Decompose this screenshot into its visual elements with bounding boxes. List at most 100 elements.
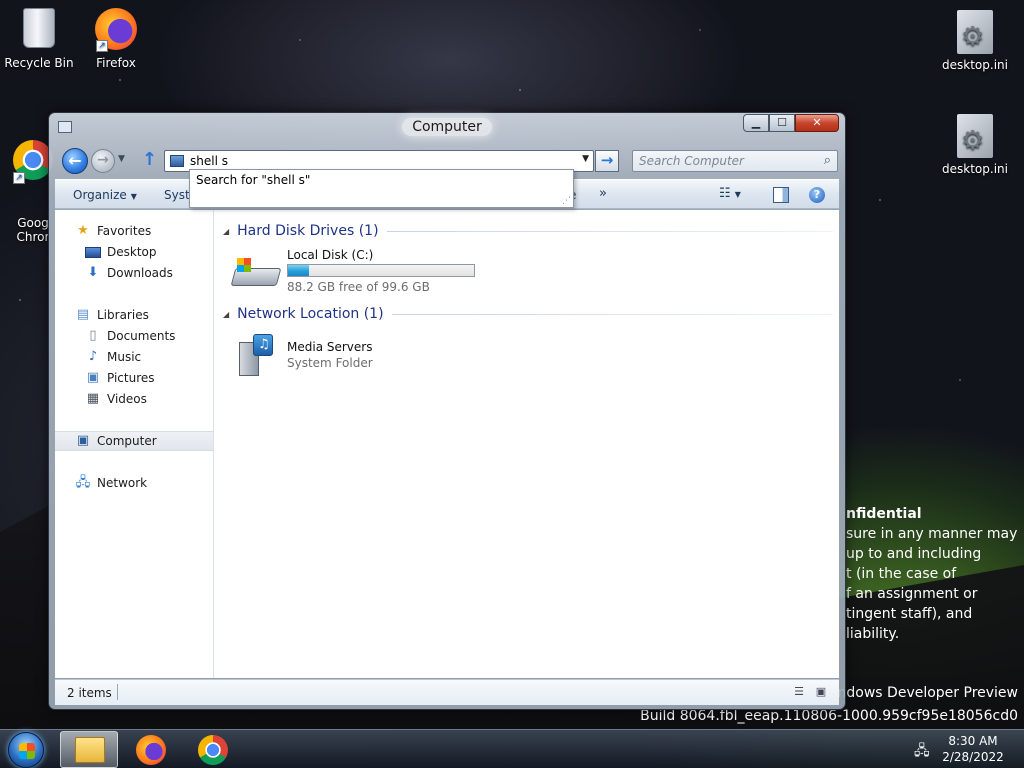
nav-item-pictures[interactable]: ▣ Pictures [85, 368, 155, 388]
group-header-hard-disks[interactable]: ◢ Hard Disk Drives (1) [223, 223, 833, 239]
nav-item-label: Music [107, 350, 142, 364]
nav-item-label: Downloads [107, 266, 173, 280]
drive-name: Local Disk (C:) [287, 248, 374, 262]
settings-file-icon [953, 114, 997, 158]
window-title: Computer [402, 118, 492, 136]
resize-grip-icon[interactable]: ⋰ [562, 196, 571, 206]
change-view-button[interactable]: ☷ ▼ [719, 186, 741, 201]
search-input[interactable] [639, 153, 809, 169]
desktop-icon-firefox[interactable]: ↗ Firefox [78, 8, 154, 70]
collapse-triangle-icon[interactable]: ◢ [223, 310, 229, 319]
edition-text: ndows Developer Preview [837, 685, 1018, 701]
music-icon: ♪ [88, 349, 98, 364]
nav-item-favorites[interactable]: ★ Favorites [75, 221, 151, 241]
nav-item-label: Videos [107, 392, 147, 406]
watermark-line: up to and including [846, 546, 982, 562]
system-clock[interactable]: 8:30 AM 2/28/2022 [940, 733, 1006, 765]
video-icon: ▦ [86, 391, 100, 406]
folder-icon [75, 737, 105, 763]
nav-item-label: Network [97, 476, 148, 490]
nav-item-libraries[interactable]: ▤ Libraries [75, 305, 149, 325]
watermark-line: tingent staff), and [846, 606, 973, 622]
network-tray-icon[interactable]: 🖧 [914, 740, 930, 764]
taskbar-explorer-button[interactable] [60, 731, 118, 768]
media-server-icon [237, 334, 277, 378]
recent-pages-dropdown[interactable]: ▼ [118, 154, 125, 164]
computer-icon: ▣ [76, 433, 90, 448]
taskbar: 🖧 8:30 AM 2/28/2022 [0, 729, 1024, 768]
nav-item-music[interactable]: ♪ Music [85, 347, 141, 367]
nav-item-videos[interactable]: ▦ Videos [85, 389, 147, 409]
watermark-title: nfidential [846, 506, 922, 522]
nav-item-computer[interactable]: ▣ Computer [75, 431, 157, 451]
build-text: Build 8064.fbl_eeap.110806-1000.959cf95e… [640, 708, 1018, 724]
desktop-icon-label: Firefox [96, 56, 136, 70]
chevron-down-icon: ▼ [130, 192, 137, 201]
minimize-button[interactable]: ▁ [743, 114, 769, 132]
computer-icon [170, 155, 184, 167]
status-divider [117, 684, 118, 700]
maximize-button[interactable]: ☐ [769, 114, 795, 132]
group-header-label: Hard Disk Drives (1) [237, 223, 379, 239]
taskbar-chrome-button[interactable] [184, 731, 242, 768]
preview-pane-icon[interactable] [773, 187, 789, 203]
details-view-icon[interactable]: ☰ [791, 685, 807, 699]
nav-item-label: Documents [107, 329, 176, 343]
nav-item-network[interactable]: 🖧 Network [75, 473, 147, 493]
clock-time: 8:30 AM [948, 734, 998, 748]
forward-button[interactable]: → [91, 149, 115, 173]
desktop-icon [85, 246, 101, 258]
large-icons-view-icon[interactable]: ▣ [813, 685, 829, 699]
go-button[interactable]: → [595, 150, 619, 172]
toolbar-overflow-button[interactable]: » [599, 186, 607, 201]
start-button[interactable] [8, 732, 44, 768]
up-button[interactable]: ↑ [142, 151, 157, 169]
drive-free-space: 88.2 GB free of 99.6 GB [287, 280, 430, 294]
settings-file-icon [953, 10, 997, 54]
group-header-network-locations[interactable]: ◢ Network Location (1) [223, 306, 833, 322]
file-list-pane[interactable]: ◢ Hard Disk Drives (1) Local Disk (C:) 8… [215, 210, 839, 678]
address-dropdown-button[interactable]: ▼ [582, 154, 589, 164]
navigation-pane[interactable]: ★ Favorites Desktop ⬇ Downloads ▤ Librar… [55, 210, 214, 678]
network-icon: 🖧 [75, 475, 91, 490]
group-divider [386, 230, 833, 232]
nav-item-label: Pictures [107, 371, 155, 385]
search-suggestion-item[interactable]: Search for "shell s" [196, 173, 310, 187]
taskbar-firefox-button[interactable] [122, 731, 180, 768]
hard-drive-icon [230, 258, 282, 290]
group-divider [391, 313, 833, 315]
nav-item-label: Computer [97, 434, 157, 448]
desktop-icon-recycle-bin[interactable]: Recycle Bin [1, 8, 77, 70]
shortcut-arrow-icon: ↗ [96, 40, 108, 52]
pictures-icon: ▣ [86, 370, 100, 385]
nav-item-downloads[interactable]: ⬇ Downloads [85, 263, 173, 283]
close-button[interactable]: ✕ [795, 114, 839, 132]
firefox-icon [136, 735, 166, 765]
network-item-name: Media Servers [287, 340, 373, 354]
help-icon[interactable]: ? [809, 187, 825, 203]
desktop-icon-ini-1[interactable]: desktop.ini [937, 10, 1013, 72]
watermark-line: f an assignment or [846, 586, 978, 602]
group-header-label: Network Location (1) [237, 306, 384, 322]
network-item-type: System Folder [287, 356, 373, 370]
search-box[interactable]: ⌕ [632, 150, 838, 172]
search-icon[interactable]: ⌕ [824, 153, 831, 168]
desktop-icon-label: Recycle Bin [4, 56, 74, 70]
back-button[interactable]: ← [62, 148, 88, 174]
document-icon: ▯ [89, 328, 97, 343]
collapse-triangle-icon[interactable]: ◢ [223, 227, 229, 236]
clock-date: 2/28/2022 [942, 750, 1004, 764]
disk-usage-fill [288, 265, 310, 276]
chevron-double-right-icon: » [599, 186, 607, 201]
desktop-icon-label: desktop.ini [942, 58, 1008, 72]
firefox-icon: ↗ [94, 8, 138, 52]
nav-item-desktop[interactable]: Desktop [85, 242, 157, 262]
address-input[interactable] [190, 153, 570, 169]
watermark-line: liability. [846, 626, 900, 642]
organize-menu[interactable]: Organize ▼ [73, 188, 137, 202]
title-bar[interactable]: Computer ▁ ☐ ✕ [49, 113, 845, 143]
desktop-watermark: nfidential sure in any manner may up to … [846, 504, 1017, 644]
library-icon: ▤ [76, 307, 90, 322]
nav-item-documents[interactable]: ▯ Documents [85, 326, 175, 346]
desktop-icon-ini-2[interactable]: desktop.ini [937, 114, 1013, 176]
